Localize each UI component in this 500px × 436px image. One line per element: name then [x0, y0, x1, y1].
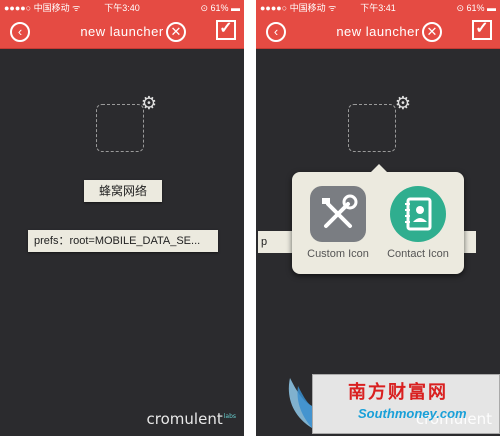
status-bar: ●●●●○ 中国移动 ᯤ 下午3:40 ⊙ 61% ▬: [0, 0, 244, 16]
watermark-chinese: 南方财富网: [348, 382, 448, 403]
contact-icon-option[interactable]: Contact Icon: [378, 186, 458, 260]
checkmark-icon[interactable]: ✓: [472, 20, 492, 40]
icon-slot[interactable]: [348, 104, 396, 152]
wrench-screwdriver-icon: [310, 186, 366, 242]
gear-icon[interactable]: ⚙: [140, 94, 158, 112]
icon-slot[interactable]: [96, 104, 144, 152]
contact-book-icon: [390, 186, 446, 242]
gear-icon[interactable]: ⚙: [394, 94, 412, 112]
battery-text: ⊙ 61% ▬: [456, 3, 496, 13]
shortcut-name-button[interactable]: 蜂窝网络: [84, 180, 162, 202]
close-x-icon[interactable]: ✕: [166, 22, 186, 42]
status-bar: ●●●●○ 中国移动 ᯤ 下午3:41 ⊙ 61% ▬: [256, 0, 500, 16]
watermark-url: Southmoney.com: [358, 406, 467, 421]
watermark: 南方财富网 Southmoney.com: [288, 374, 500, 434]
nav-bar: ‹ new launcher ✕ ✓: [256, 16, 500, 49]
prefs-field-peek-right: [464, 231, 476, 253]
custom-icon-label: Custom Icon: [307, 248, 369, 260]
custom-icon-option[interactable]: Custom Icon: [298, 186, 378, 260]
logo-sup: labs: [223, 413, 236, 420]
close-x-icon[interactable]: ✕: [422, 22, 442, 42]
nav-title: new launcher: [80, 24, 164, 39]
wings-logo-icon: [288, 378, 312, 428]
battery-text: ⊙ 61% ▬: [200, 3, 240, 13]
cromulent-logo: cromulentlabs: [147, 410, 236, 428]
checkmark-icon[interactable]: ✓: [216, 20, 236, 40]
icon-type-popover: Custom Icon Contact Icon: [292, 164, 464, 274]
nav-bar: ‹ new launcher ✕ ✓: [0, 16, 244, 49]
left-screen: ●●●●○ 中国移动 ᯤ 下午3:40 ⊙ 61% ▬ ‹ new launch…: [0, 0, 244, 436]
logo-text: cromulent: [146, 410, 223, 428]
contact-icon-label: Contact Icon: [387, 248, 449, 260]
prefs-field-peek[interactable]: p: [258, 231, 292, 253]
prefs-url-field[interactable]: prefs：root=MOBILE_DATA_SE...: [28, 230, 218, 252]
nav-title: new launcher: [336, 24, 420, 39]
